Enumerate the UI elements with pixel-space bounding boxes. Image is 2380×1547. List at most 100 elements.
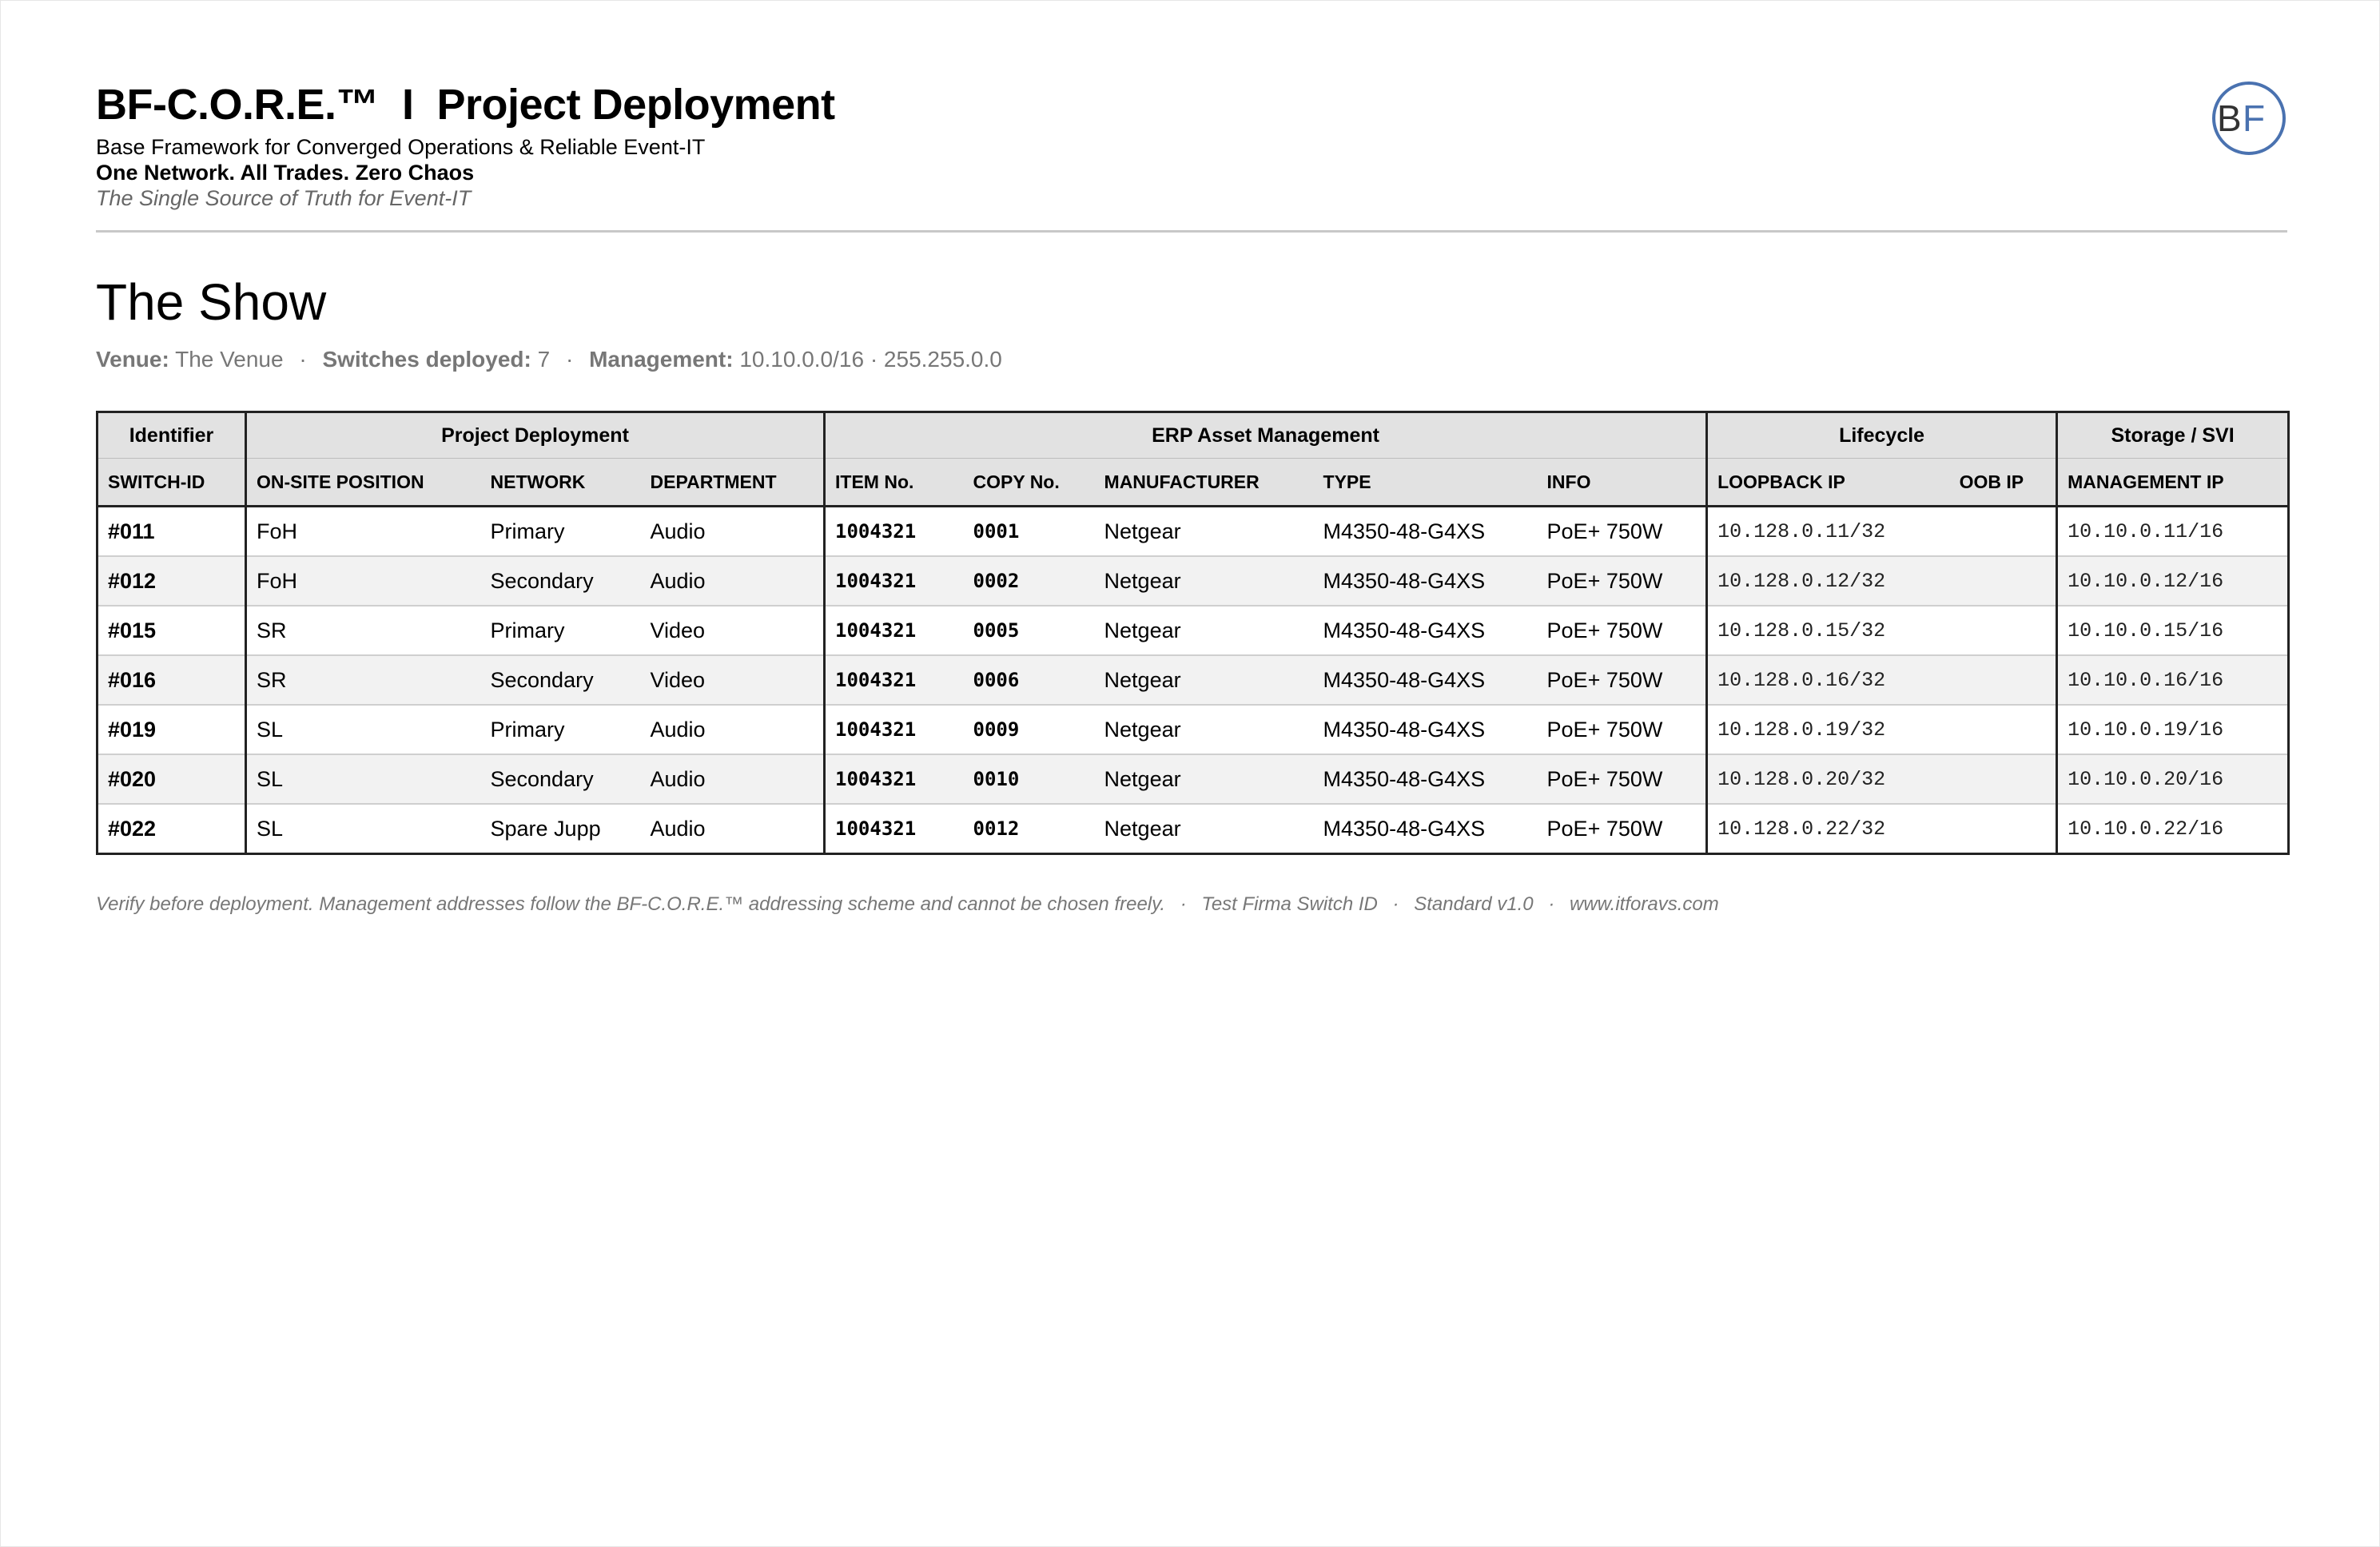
switch-id-cell: #011 [97,506,246,557]
footer-note: Verify before deployment. Management add… [96,893,1166,915]
network-cell: Spare Jupp [490,816,601,841]
info-cell: PoE+ 750W [1537,506,1707,557]
table-row: #012 FoH Secondary Audio 1004321 0002 Netgear M… [97,556,2289,606]
table-row: #011 FoH Primary Audio 1004321 0001 Netgear M43… [97,506,2289,557]
document-motto: The Single Source of Truth for Event-IT [96,186,472,210]
switches-label: Switches deployed: [322,347,531,372]
column-header: LOOPBACK IP [1705,458,1950,507]
column-header: MANAGEMENT IP [2056,458,2289,507]
info-cell: PoE+ 750W [1537,754,1707,805]
info-cell: PoE+ 750W [1537,705,1707,755]
copy-no-cell: 0005 [963,606,1095,656]
copy-no-cell: 0006 [963,655,1095,706]
loopback-ip-cell: 10.128.0.12/32 [1705,556,1950,606]
group-header-erp: ERP Asset Management [823,412,1707,459]
oob-ip-cell [1949,705,2057,755]
management-ip-cell: 10.10.0.19/16 [2056,705,2289,755]
position-cell: SR [245,606,481,656]
oob-ip-cell [1949,556,2057,606]
switches-value: 7 [537,347,551,372]
oob-ip-cell [1949,754,2057,805]
column-header: INFO [1537,458,1707,507]
type-cell: M4350-48-G4XS [1313,556,1538,606]
department-cell: Video [640,606,825,656]
type-cell: M4350-48-G4XS [1313,705,1538,755]
switch-id-cell: #016 [97,655,246,706]
department-cell: Audio [640,556,825,606]
position-cell: FoH [245,506,481,557]
type-cell: M4350-48-G4XS [1313,754,1538,805]
footer-firm: Test Firma Switch ID [1201,893,1378,915]
column-header: NETWORK [480,458,641,507]
item-no-cell: 1004321 [823,754,964,805]
footer-separator: · [1548,893,1555,915]
document-header: BF-C.O.R.E.™ I Project Deployment Base F… [96,77,2287,233]
position-cell: FoH [245,556,481,606]
switch-id-cell: #015 [97,606,246,656]
item-no-cell: 1004321 [823,705,964,755]
document-footer: Verify before deployment. Management add… [96,893,1719,916]
group-header-identifier: Identifier [97,412,246,459]
management-ip-cell: 10.10.0.11/16 [2056,506,2289,557]
department-cell: Audio [650,816,706,841]
column-header: SWITCH-ID [97,458,246,507]
loopback-ip-cell: 10.128.0.16/32 [1705,655,1950,706]
footer-separator: · [1392,893,1399,915]
group-header-lifecycle: Lifecycle [1705,412,2057,459]
management-ip-cell: 10.10.0.20/16 [2056,754,2289,805]
column-header: COPY No. [963,458,1095,507]
department-cell: Audio [640,705,825,755]
logo-letter-b: B [2217,97,2242,139]
column-header: DEPARTMENT [640,458,825,507]
info-cell: PoE+ 750W [1537,606,1707,656]
management-ip-cell: 10.10.0.15/16 [2056,606,2289,656]
switch-id-cell: #022 [108,816,157,841]
footer-website: www.itforavs.com [1570,893,1719,915]
manufacturer-cell: Netgear [1094,606,1314,656]
oob-ip-cell [1950,804,2057,854]
department-cell: Video [640,655,825,706]
manufacturer-cell: Netgear [1094,506,1314,557]
network-cell: Secondary [480,556,641,606]
position-cell: SR [245,655,481,706]
deployment-table: Identifier Project Deployment ERP Asset … [96,411,2290,855]
document-tagline: One Network. All Trades. Zero Chaos [96,161,475,185]
show-meta: Venue: The Venue · Switches deployed: 7 … [96,347,1002,372]
column-header: ITEM No. [823,458,964,507]
position-cell: SL [245,705,481,755]
type-cell: M4350-48-G4XS [1313,506,1538,557]
item-no-cell: 1004321 [823,606,964,656]
loopback-ip-cell: 10.128.0.20/32 [1705,754,1950,805]
copy-no-cell: 0012 [973,817,1020,840]
item-no-cell: 1004321 [823,804,964,854]
department-cell: Audio [640,754,825,805]
document-title: BF-C.O.R.E.™ I Project Deployment [96,81,835,129]
table-row: #020 SL Secondary Audio 1004321 0010 Netgear M4… [97,754,2289,805]
loopback-ip-cell: 10.128.0.22/32 [1705,804,1950,854]
show-title: The Show [96,273,327,331]
network-cell: Primary [480,606,641,656]
management-value: 10.10.0.0/16 · 255.255.0.0 [739,347,1002,372]
table-row: #019 SL Primary Audio 1004321 0009 Netgear M435… [97,705,2289,755]
type-cell: M4350-48-G4XS [1313,606,1538,656]
item-no-cell: 1004321 [823,655,964,706]
column-header: OOB IP [1949,458,2057,507]
footer-standard: Standard v1.0 [1414,893,1534,915]
meta-separator: · [565,347,574,372]
switch-id-cell: #019 [97,705,246,755]
item-no-cell: 1004321 [823,556,964,606]
switch-id-cell: #020 [97,754,246,805]
management-ip-cell: 10.10.0.22/16 [2056,804,2289,854]
loopback-ip-cell: 10.128.0.11/32 [1705,506,1950,557]
copy-no-cell: 0010 [963,754,1095,805]
copy-no-cell: 0002 [963,556,1095,606]
network-cell: Secondary [480,754,641,805]
table-row: #015 SR Primary Video 1004321 0005 Netgear M435… [97,606,2289,656]
network-cell: Secondary [480,655,641,706]
info-cell: PoE+ 750W [1537,655,1707,706]
footer-separator: · [1180,893,1187,915]
table-body: #011 FoH Primary Audio 1004321 0001 Netgear M43… [97,506,2289,854]
network-cell: Primary [480,705,641,755]
switch-id-cell: #012 [97,556,246,606]
bf-logo-icon: B F [2212,82,2286,155]
